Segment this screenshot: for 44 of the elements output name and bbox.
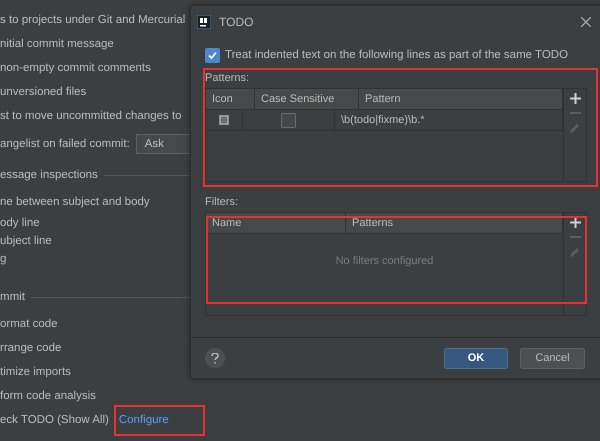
empty-message: No filters configured [334,254,434,269]
setting-label: ody line [0,217,40,229]
close-icon[interactable] [581,17,591,27]
app-logo-icon [197,15,211,29]
column-header: Name [206,213,346,233]
setting-label: timize imports [0,366,71,378]
column-header: Case Sensitive [255,89,359,109]
ok-button[interactable]: OK [444,348,508,368]
help-button[interactable] [205,348,225,368]
setting-label: rrange code [0,342,62,354]
column-header: Patterns [346,213,563,233]
setting-label: eck TODO (Show All) [0,414,109,426]
checkbox[interactable] [281,112,296,128]
section-label: Filters: [205,196,239,208]
setting-label: g [0,253,6,265]
cancel-button[interactable]: Cancel [520,348,585,368]
add-button[interactable] [568,215,582,230]
setting-label: ne between subject and body [0,196,150,208]
setting-label: st to move uncommitted changes to [0,110,182,122]
add-icon [570,93,580,104]
setting-label: unversioned files [0,86,86,98]
setting-label: ubject line [0,235,52,247]
add-button[interactable] [568,91,582,106]
configure-link[interactable]: Configure [118,414,169,426]
add-icon [570,217,580,228]
section-title: essage inspections [0,169,98,181]
checkbox[interactable]: Treat indented text on the following lines as part of the same TODO [205,44,568,66]
setting-label: angelist on failed commit: [0,138,130,150]
section-title: mmit [0,291,25,303]
setting-label: non-empty commit comments [0,62,151,74]
setting-label: ormat code [0,318,58,330]
list-icon [219,115,229,125]
column-header: Pattern [359,89,563,109]
section-label: Patterns: [205,72,250,84]
question-mark-icon [211,352,219,364]
dialog-title: TODO [219,15,254,29]
setting-label: s to projects under Git and Mercurial [0,14,186,26]
pencil-icon [569,122,581,134]
table-cell: \b(todo|fixme)\b.* [335,110,563,130]
column-header: Icon [206,89,255,109]
setting-label: nitial commit message [0,38,114,50]
checkmark-icon [208,50,217,60]
setting-label: form code analysis [0,390,96,402]
pencil-icon [569,246,581,258]
